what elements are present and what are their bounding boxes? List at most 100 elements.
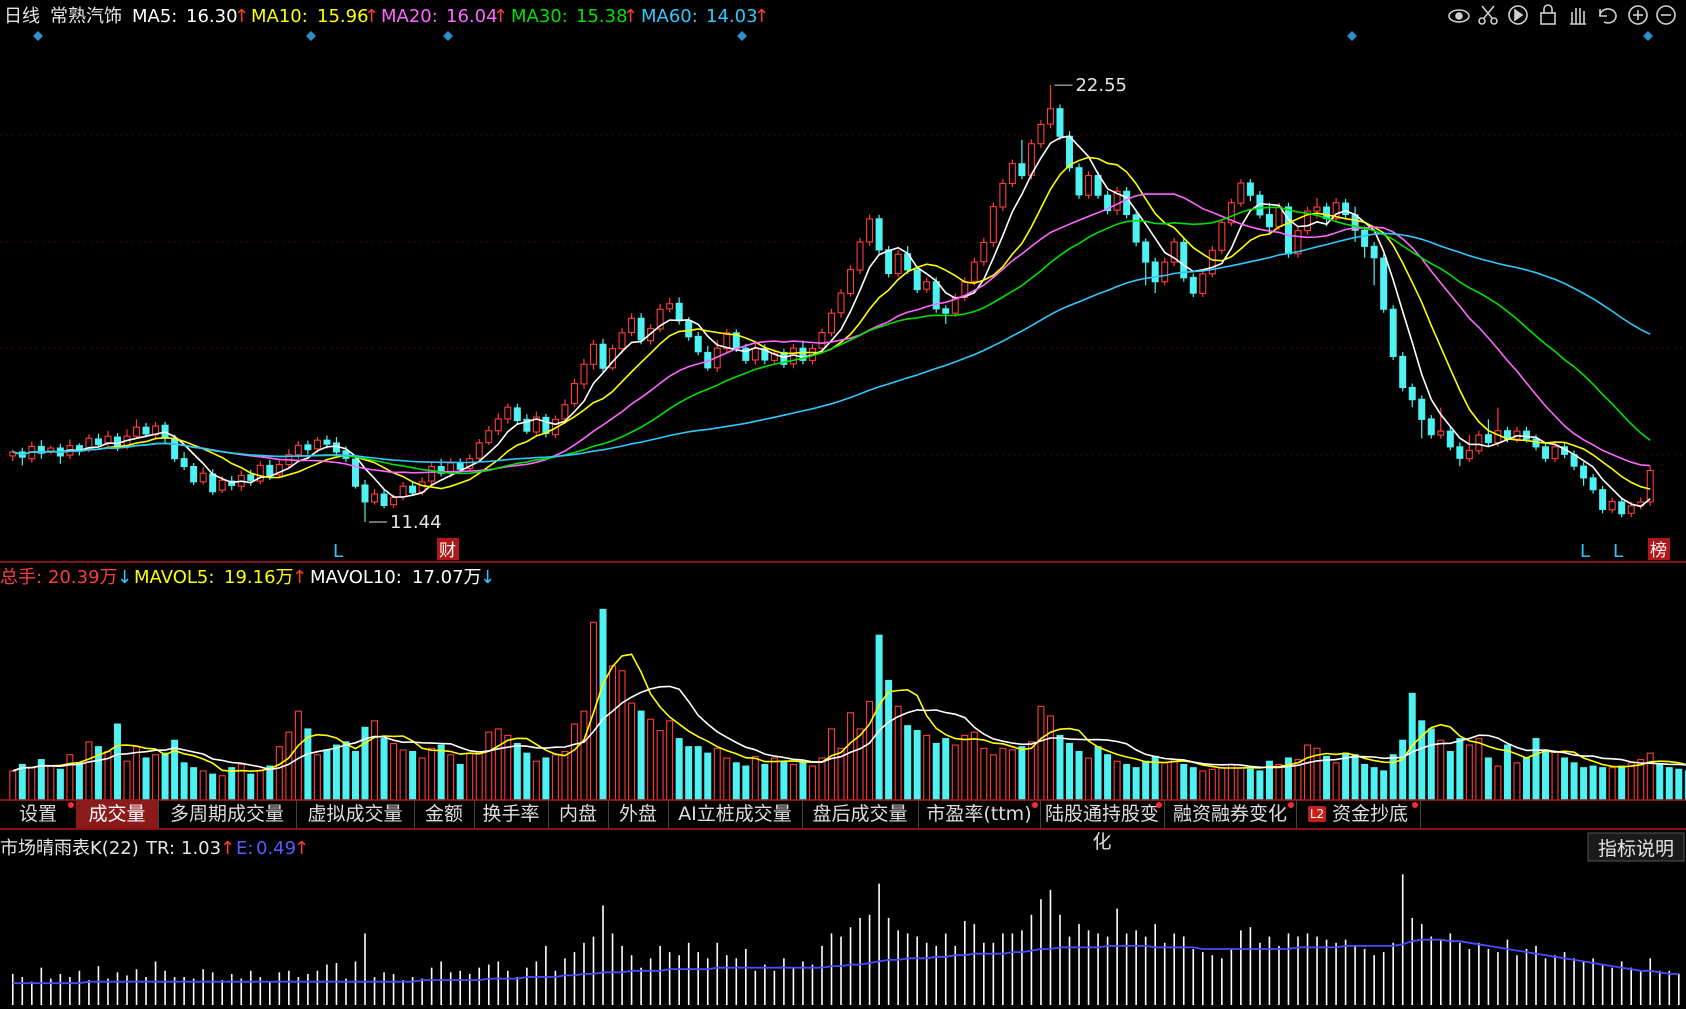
- event-diamond-icon[interactable]: [737, 31, 747, 41]
- candle: [218, 479, 226, 491]
- tab-2[interactable]: 多周期成交量: [158, 800, 297, 828]
- stock-chart[interactable]: 22.55 11.44 L L L 财 榜 日线 常熟汽饰 MA5: 16.30 ↑ MA1…: [0, 0, 1686, 1009]
- tr-label: TR:: [145, 838, 175, 859]
- tab-11[interactable]: 陆股通持股变化: [1040, 800, 1165, 853]
- volume-bar: [1399, 739, 1407, 801]
- ma20-value: 16.04: [446, 6, 498, 27]
- tab-8[interactable]: AI立桩成交量: [668, 800, 803, 828]
- candle: [1075, 167, 1083, 196]
- indicator-e-line-layer: [12, 938, 1679, 985]
- candle: [599, 343, 607, 369]
- zoom-out-icon[interactable]: [1656, 5, 1676, 25]
- candle: [923, 281, 931, 290]
- candle: [1399, 355, 1407, 389]
- ma30-value: 15.38: [576, 6, 628, 27]
- volume-bar: [1380, 770, 1388, 801]
- candle: [980, 241, 988, 263]
- candle: [866, 218, 874, 243]
- tab-13[interactable]: L2 资金抄底: [1296, 800, 1421, 828]
- volume-bar: [723, 757, 731, 801]
- volume-bar: [1446, 750, 1454, 801]
- candle: [1608, 500, 1616, 511]
- event-diamond-icon[interactable]: [306, 31, 316, 41]
- volume-bar: [342, 741, 350, 801]
- l-marker[interactable]: L: [1613, 541, 1623, 562]
- l2-badge: L2: [1307, 806, 1327, 822]
- candle: [570, 383, 578, 405]
- volume-bar: [970, 731, 978, 801]
- tab-4[interactable]: 金额: [414, 800, 475, 828]
- e-value: 0.49: [256, 838, 296, 859]
- candle: [1142, 241, 1150, 263]
- candle: [209, 473, 217, 493]
- tab-label: 融资融券变化: [1172, 803, 1287, 825]
- e-arrow: ↑: [294, 838, 309, 859]
- candle: [390, 497, 398, 506]
- volume-bar: [1085, 757, 1093, 801]
- cai-marker: 财: [439, 541, 456, 561]
- candle: [589, 343, 597, 365]
- tab-3[interactable]: 虚拟成交量: [296, 800, 415, 828]
- volume-bar: [323, 749, 331, 801]
- tab-9[interactable]: 盘后成交量: [802, 800, 919, 828]
- volume-bars-layer: [9, 608, 1686, 801]
- volume-bar: [1513, 762, 1521, 801]
- volume-bar: [1075, 750, 1083, 801]
- volume-bar: [1484, 757, 1492, 801]
- ma5-value: 16.30: [186, 6, 238, 27]
- candle: [1265, 213, 1273, 228]
- eye-icon[interactable]: [1448, 9, 1470, 23]
- tab-1[interactable]: 成交量: [76, 800, 159, 828]
- volume-bar: [1608, 767, 1616, 801]
- l-marker[interactable]: L: [1580, 541, 1590, 562]
- volume-bar: [913, 729, 921, 801]
- tab-10[interactable]: 市盈率(ttm): [918, 800, 1041, 828]
- volume-bar: [1646, 752, 1654, 801]
- event-diamond-icon[interactable]: [443, 31, 453, 41]
- zoom-in-icon[interactable]: [1628, 5, 1648, 25]
- volume-bar: [675, 738, 683, 801]
- candle: [837, 292, 845, 314]
- candle: [351, 458, 359, 487]
- event-diamond-icon[interactable]: [1347, 31, 1357, 41]
- volume-bar: [1161, 762, 1169, 801]
- volume-bar: [761, 763, 769, 801]
- volume-bar: [1427, 728, 1435, 801]
- volume-bar: [256, 770, 264, 801]
- event-diamond-icon[interactable]: [33, 31, 43, 41]
- volume-bar: [1522, 757, 1530, 801]
- candle: [190, 465, 198, 483]
- candle: [1237, 182, 1245, 204]
- tab-0[interactable]: 设置: [0, 800, 77, 828]
- volume-bar: [447, 754, 455, 801]
- volume-bar: [209, 773, 217, 801]
- tab-5[interactable]: 换手率: [474, 800, 549, 828]
- volume-bar: [875, 634, 883, 801]
- play-icon[interactable]: [1508, 5, 1528, 25]
- volume-bar: [551, 754, 559, 801]
- candle: [694, 335, 702, 353]
- event-diamond-icon[interactable]: [1643, 31, 1653, 41]
- candle: [1323, 206, 1331, 219]
- period-label[interactable]: 日线: [4, 6, 40, 27]
- l-marker[interactable]: L: [333, 541, 343, 562]
- volume-bar: [1027, 741, 1035, 801]
- volume-bar: [390, 742, 398, 801]
- volume-bar: [504, 734, 512, 801]
- candle: [475, 442, 483, 459]
- candle: [875, 218, 883, 251]
- hand-icon[interactable]: [1570, 8, 1586, 25]
- undo-icon[interactable]: [1599, 8, 1617, 24]
- candle: [1085, 175, 1093, 196]
- volume-bar: [199, 770, 207, 801]
- tab-6[interactable]: 内盘: [548, 800, 609, 828]
- tab-12[interactable]: 融资融券变化: [1164, 800, 1297, 828]
- tab-7[interactable]: 外盘: [608, 800, 669, 828]
- candle: [751, 348, 759, 361]
- volume-bar: [523, 752, 531, 801]
- lock-icon[interactable]: [1540, 4, 1556, 25]
- scissors-icon[interactable]: [1478, 5, 1498, 25]
- volume-bar: [1542, 749, 1550, 801]
- volume-bar: [1123, 763, 1131, 801]
- candle: [827, 312, 836, 334]
